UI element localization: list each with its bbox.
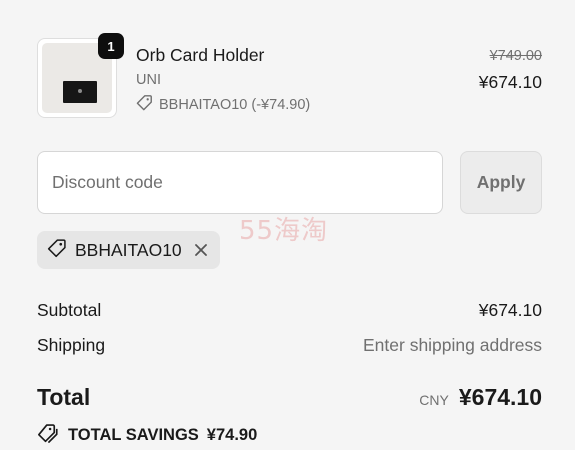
product-discount: BBHAITAO10 (-¥74.90) [136,94,310,115]
currency-code: CNY [419,392,449,408]
total-amount: CNY ¥674.10 [419,384,542,411]
total-savings-value: ¥74.90 [206,426,258,444]
tag-icon [136,94,153,115]
product-variant: UNI [136,72,161,88]
total-savings: TOTAL SAVINGS ¥74.90 [37,423,257,448]
total-value: ¥674.10 [458,384,542,410]
watermark-logo: 55海淘 [239,216,329,246]
total-savings-label: TOTAL SAVINGS [68,426,199,444]
close-icon[interactable] [194,243,208,257]
subtotal-value: ¥674.10 [478,300,542,320]
shipping-value: Enter shipping address [363,335,542,355]
applied-code-chip: BBHAITAO10 [37,231,220,269]
apply-button[interactable]: Apply [460,151,542,214]
applied-code-label: BBHAITAO10 [75,239,182,260]
tags-icon [37,423,59,448]
product-title: Orb Card Holder [136,45,265,65]
discount-code-input[interactable] [38,172,442,193]
total-label: Total [37,384,91,410]
orb-logo-icon [78,89,82,93]
product-discount-label: BBHAITAO10 (-¥74.90) [159,96,311,113]
discount-code-field[interactable] [37,151,443,214]
price-original: ¥749.00 [489,48,542,64]
tag-icon [47,238,67,263]
quantity-badge: 1 [98,33,124,59]
card-holder-image [63,81,97,103]
shipping-label: Shipping [37,335,106,355]
price-final: ¥674.10 [478,72,542,92]
subtotal-label: Subtotal [37,300,102,320]
